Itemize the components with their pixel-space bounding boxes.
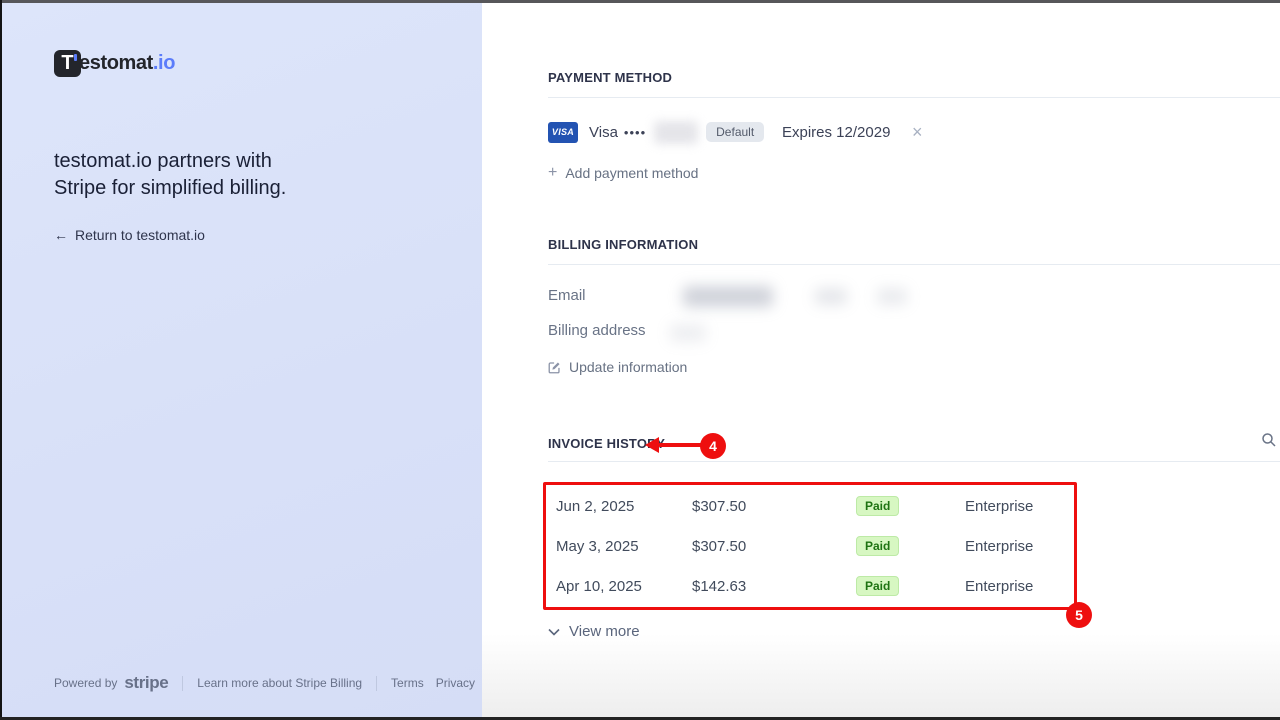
- invoice-plan: Enterprise: [965, 538, 1033, 555]
- logo-domain: .io: [153, 52, 175, 75]
- payment-card-row: VISA Visa •••• Default Expires 12/2029 ×: [548, 119, 1280, 145]
- update-information-link[interactable]: Update information: [548, 359, 687, 375]
- card-brand-label: Visa: [589, 124, 618, 141]
- invoice-amount: $307.50: [692, 538, 856, 555]
- footer-divider: [182, 676, 183, 691]
- invoice-history-heading: INVOICE HISTORY: [548, 436, 665, 451]
- update-information-label: Update information: [569, 359, 687, 375]
- headline-line-1: testomat.io partners with: [54, 150, 272, 172]
- redacted-email-value: [877, 288, 907, 305]
- invoice-status: Paid: [856, 536, 965, 556]
- testomat-logo-icon: T: [54, 50, 81, 77]
- invoice-status: Paid: [856, 496, 965, 516]
- logo-name: estomat: [79, 52, 153, 75]
- privacy-link[interactable]: Privacy: [436, 676, 475, 690]
- plus-icon: +: [548, 165, 557, 181]
- billing-address-label: Billing address: [548, 322, 646, 339]
- remove-card-button[interactable]: ×: [912, 123, 923, 141]
- edit-pencil-icon: [548, 361, 561, 374]
- section-divider: [548, 461, 1280, 462]
- invoice-row[interactable]: Apr 10, 2025 $142.63 Paid Enterprise: [556, 566, 1076, 606]
- redacted-email-value: [815, 288, 847, 305]
- billing-information-heading: BILLING INFORMATION: [548, 237, 698, 252]
- paid-badge: Paid: [856, 576, 899, 596]
- section-divider: [548, 264, 1280, 265]
- card-expiry-label: Expires 12/2029: [782, 124, 890, 141]
- chevron-down-icon: [548, 628, 560, 636]
- invoice-status: Paid: [856, 576, 965, 596]
- invoice-plan: Enterprise: [965, 498, 1033, 515]
- card-masked-digits: ••••: [624, 125, 646, 140]
- footer-divider: [376, 676, 377, 691]
- search-icon: [1261, 432, 1277, 448]
- invoice-search-button[interactable]: [1259, 430, 1279, 450]
- invoice-date: Apr 10, 2025: [556, 578, 692, 595]
- powered-by-label: Powered by: [54, 676, 117, 690]
- section-divider: [548, 97, 1280, 98]
- paid-badge: Paid: [856, 496, 899, 516]
- email-label: Email: [548, 287, 586, 304]
- redacted-address-value: [670, 324, 706, 342]
- left-arrow-icon: ←: [54, 227, 68, 243]
- invoice-row[interactable]: Jun 2, 2025 $307.50 Paid Enterprise: [556, 486, 1076, 526]
- return-link-label: Return to testomat.io: [75, 227, 205, 243]
- invoice-date: May 3, 2025: [556, 538, 692, 555]
- testomat-logo: T estomat .io: [54, 50, 175, 77]
- invoice-date: Jun 2, 2025: [556, 498, 692, 515]
- add-payment-method-link[interactable]: + Add payment method: [548, 165, 698, 181]
- default-badge: Default: [706, 122, 764, 142]
- sidebar-footer: Powered by stripe Learn more about Strip…: [54, 673, 475, 693]
- invoice-table: Jun 2, 2025 $307.50 Paid Enterprise May …: [556, 486, 1076, 606]
- billing-portal-main: PAYMENT METHOD VISA Visa •••• Default Ex…: [482, 0, 1280, 720]
- view-more-link[interactable]: View more: [548, 623, 640, 640]
- redacted-email-value: [683, 286, 773, 307]
- add-payment-method-label: Add payment method: [565, 165, 698, 181]
- partner-headline: testomat.io partners with Stripe for sim…: [54, 148, 394, 202]
- terms-link[interactable]: Terms: [391, 676, 424, 690]
- view-more-label: View more: [569, 623, 640, 640]
- stripe-logo: stripe: [124, 673, 168, 693]
- window-border-top: [0, 0, 1280, 3]
- return-to-testomat-link[interactable]: ← Return to testomat.io: [54, 227, 205, 243]
- paid-badge: Paid: [856, 536, 899, 556]
- window-border-left: [0, 0, 2, 720]
- invoice-plan: Enterprise: [965, 578, 1033, 595]
- payment-method-heading: PAYMENT METHOD: [548, 70, 672, 85]
- headline-line-2: Stripe for simplified billing.: [54, 177, 286, 199]
- redacted-card-digits: [654, 121, 698, 144]
- learn-more-link[interactable]: Learn more about Stripe Billing: [197, 676, 362, 690]
- invoice-amount: $142.63: [692, 578, 856, 595]
- invoice-row[interactable]: May 3, 2025 $307.50 Paid Enterprise: [556, 526, 1076, 566]
- visa-card-icon: VISA: [548, 122, 578, 143]
- invoice-amount: $307.50: [692, 498, 856, 515]
- sidebar: T estomat .io testomat.io partners with …: [0, 0, 482, 720]
